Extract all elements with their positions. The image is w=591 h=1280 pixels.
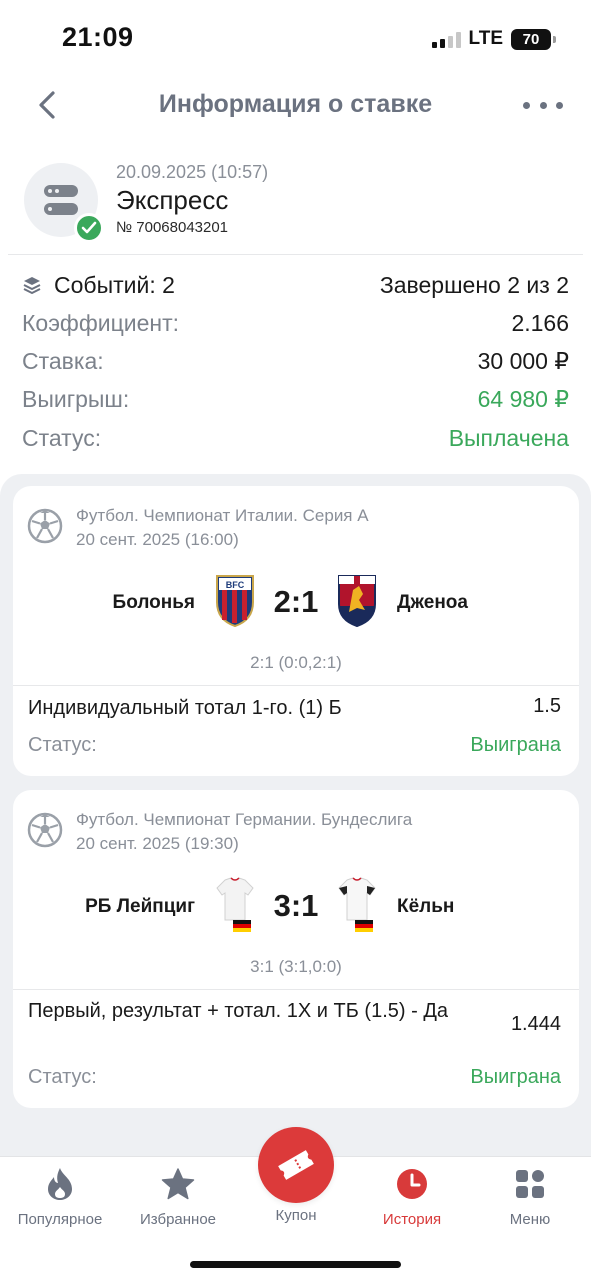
jersey-icon [338,877,376,932]
more-options-button[interactable] [523,92,563,118]
market-name: Первый, результат + тотал. 1Х и ТБ (1.5)… [28,1000,448,1022]
football-icon [27,508,63,544]
tab-bar: Популярное Избранное Купон История Меню [0,1127,591,1280]
coupon-button[interactable] [258,1127,334,1203]
tab-history[interactable]: История [353,1163,471,1233]
win-value: 64 980 ₽ [477,385,569,412]
jersey-icon [216,877,254,932]
svg-text:BFC: BFC [226,580,245,590]
bet-type: Экспресс [116,185,229,215]
event-card[interactable]: Футбол. Чемпионат Германии. Бундеслига 2… [13,790,579,1108]
match-score: 2:1 [273,584,319,619]
market-name: Индивидуальный тотал 1-го. (1) Б [28,697,342,719]
ticket-icon [278,1150,314,1180]
win-row: Выигрыш: 64 980 ₽ [22,385,569,412]
away-team: Дженоа [397,592,468,613]
league-name: Футбол. Чемпионат Германии. Бундеслига [76,810,413,829]
events-count: Событий: 2 [54,271,175,298]
status-bar: 21:09 LTE 70 [0,0,591,78]
layers-icon [23,277,41,294]
coef-value: 2.166 [511,309,569,336]
check-icon [74,213,104,243]
market-odds: 1.444 [510,1013,561,1035]
events-row: Событий: 2 Завершено 2 из 2 [22,267,569,303]
bet-date: 20.09.2025 (10:57) [116,162,269,182]
home-team: Болонья [112,592,195,613]
home-indicator [190,1261,401,1268]
bet-number: № 70068043201 [116,219,229,236]
divider [8,254,583,255]
more-dots-icon [523,101,530,109]
event-status: Выиграна [470,734,561,756]
page-title: Информация о ставке [158,90,433,118]
flame-icon [43,1167,77,1201]
events-list: Футбол. Чемпионат Италии. Серия А 20 сен… [0,474,591,1156]
nav-bar: Информация о ставке [0,78,591,134]
period-score: 2:1 (0:0,2:1) [250,653,342,672]
match-date: 20 сент. 2025 (16:00) [76,530,239,549]
period-score: 3:1 (3:1,0:0) [250,957,342,976]
bet-header: 20.09.2025 (10:57) Экспресс № 7006804320… [0,160,591,254]
star-icon [161,1167,195,1201]
status-time: 21:09 [62,22,134,52]
stake-row: Ставка: 30 000 ₽ [22,347,569,374]
event-status: Выиграна [470,1066,561,1088]
status-row: Статус: Выплачена [22,424,569,451]
status-indicators: LTE 70 [431,28,556,50]
league-name: Футбол. Чемпионат Италии. Серия А [76,506,369,525]
battery-icon: 70 [511,28,556,50]
tab-favorites[interactable]: Избранное [119,1163,237,1233]
genoa-logo-icon [338,575,376,628]
football-icon [27,812,63,848]
coef-row: Коэффициент: 2.166 [22,309,569,336]
network-label: LTE [468,28,503,49]
tab-coupon-label[interactable]: Купон [236,1207,356,1224]
clock-icon [395,1167,429,1201]
event-card[interactable]: Футбол. Чемпионат Италии. Серия А 20 сен… [13,486,579,776]
events-completed: Завершено 2 из 2 [379,271,569,298]
tab-popular[interactable]: Популярное [1,1163,119,1233]
grid-icon [513,1167,547,1201]
tab-menu[interactable]: Меню [471,1163,589,1233]
signal-icon [431,30,461,48]
bologna-logo-icon: BFC [216,575,254,628]
match-score: 3:1 [273,888,319,923]
status-value: Выплачена [448,424,569,451]
away-team: Кёльн [397,896,455,917]
market-odds: 1.5 [533,695,561,717]
home-team: РБ Лейпциг [85,896,195,917]
stake-value: 30 000 ₽ [477,347,569,374]
match-date: 20 сент. 2025 (19:30) [76,834,239,853]
